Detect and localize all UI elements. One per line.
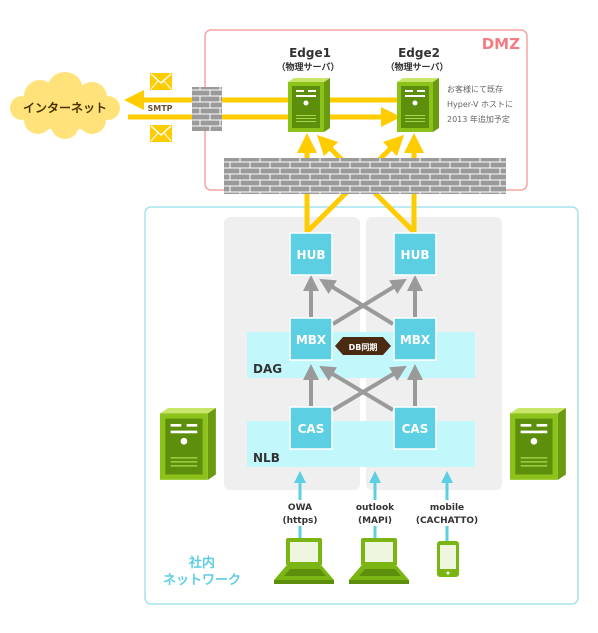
cas-label: CAS — [402, 422, 429, 436]
hub-label: HUB — [401, 248, 430, 262]
edge2-subtitle: （物理サーバ） — [386, 61, 449, 73]
cas-node-right: CAS — [393, 406, 437, 450]
nlb-label: NLB — [253, 451, 280, 465]
diagram-canvas: DMZ インターネット SMTP Edge1 （物理サーバ） Edge2 （物理… — [10, 29, 579, 605]
edge2-server-icon — [397, 78, 439, 132]
note-line: 2013 年追加予定 — [447, 114, 510, 124]
note-line: Hyper-V ホストに — [447, 100, 513, 109]
cas-node-left: CAS — [289, 406, 333, 450]
laptop-icon — [274, 538, 334, 584]
hub-node-right: HUB — [393, 232, 437, 276]
mail-envelope-icon — [149, 72, 173, 91]
hub-node-left: HUB — [289, 232, 333, 276]
hub-label: HUB — [297, 248, 326, 262]
edge2-name: Edge2 — [398, 46, 440, 60]
dmz-label: DMZ — [482, 35, 520, 53]
firewall-large — [224, 158, 506, 194]
internet-label: インターネット — [23, 101, 107, 115]
smtp-label: SMTP — [147, 104, 172, 113]
server-icon-left — [160, 408, 216, 480]
edge1-name: Edge1 — [289, 46, 331, 60]
client-mobile-label: mobile — [430, 503, 464, 513]
dag-label: DAG — [253, 362, 282, 376]
mbx-node-left: MBX — [289, 317, 333, 361]
firewall-small — [192, 87, 222, 131]
smartphone-icon — [437, 541, 459, 577]
server-icon-right — [510, 408, 566, 480]
db-sync-label: DB同期 — [349, 342, 378, 352]
client-outlook-protocol: (MAPI) — [358, 516, 392, 526]
mbx-node-right: MBX — [393, 317, 437, 361]
exchange-network-diagram: DMZ インターネット SMTP Edge1 （物理サーバ） Edge2 （物理… — [0, 0, 598, 633]
mbx-label: MBX — [296, 333, 327, 347]
laptop-icon — [349, 538, 409, 584]
client-mobile-protocol: (CACHATTO) — [416, 516, 478, 526]
internal-network-label-line2: ネットワーク — [163, 573, 241, 588]
edge1-server-icon — [288, 78, 330, 132]
edge1-subtitle: （物理サーバ） — [277, 61, 340, 73]
cas-label: CAS — [298, 422, 325, 436]
note-line: お客様にて既存 — [447, 84, 503, 94]
client-owa-protocol: (https) — [282, 516, 317, 526]
mail-envelope-icon — [149, 124, 173, 143]
client-owa-label: OWA — [288, 503, 312, 513]
edge2-note: お客様にて既存 Hyper-V ホストに 2013 年追加予定 — [447, 84, 516, 124]
nlb-band — [247, 421, 475, 467]
internal-network-label-line1: 社内 — [188, 555, 215, 571]
client-outlook-label: outlook — [356, 503, 395, 513]
mbx-label: MBX — [400, 333, 431, 347]
